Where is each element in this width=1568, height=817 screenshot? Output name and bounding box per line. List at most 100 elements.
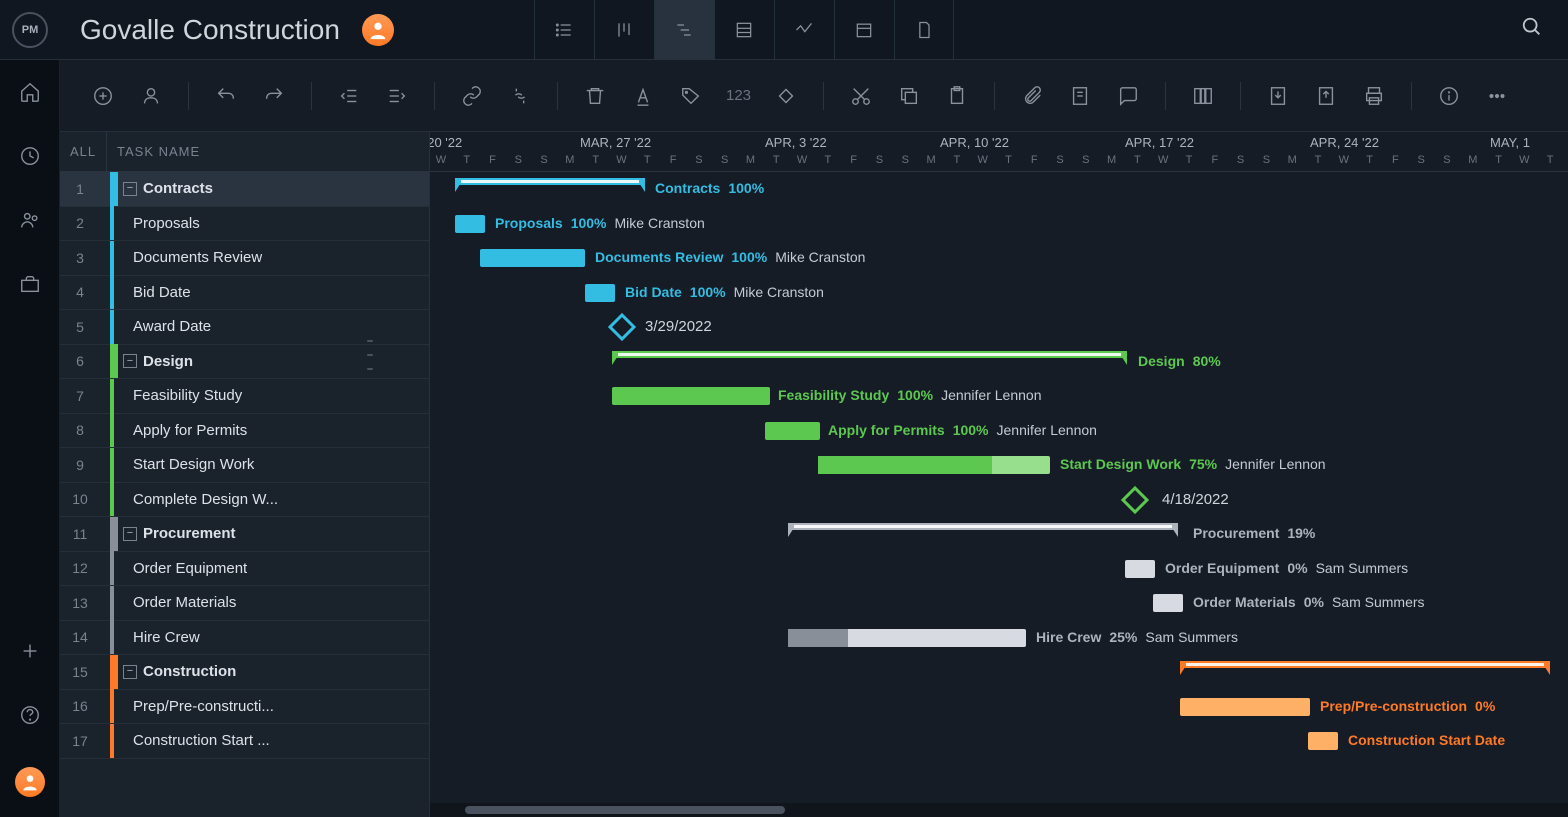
search-button[interactable]	[1521, 16, 1543, 43]
summary-bar[interactable]	[612, 351, 1127, 367]
outdent-button[interactable]	[336, 83, 362, 109]
gantt-body[interactable]: Contracts100%Proposals100%Mike CranstonD…	[430, 172, 1568, 802]
file-view-tab[interactable]	[894, 0, 954, 60]
milestone-diamond[interactable]	[608, 313, 636, 341]
paste-button[interactable]	[944, 83, 970, 109]
collapse-icon[interactable]: −	[123, 182, 137, 196]
notes-button[interactable]	[1067, 83, 1093, 109]
task-row[interactable]: 15 − Construction	[60, 655, 429, 690]
task-name-cell: Order Equipment	[133, 560, 247, 577]
unlink-button[interactable]	[507, 83, 533, 109]
portfolio-icon[interactable]	[18, 272, 42, 296]
task-name-cell: Order Materials	[133, 594, 236, 611]
comment-button[interactable]	[1115, 83, 1141, 109]
undo-button[interactable]	[213, 83, 239, 109]
summary-bar[interactable]	[455, 178, 645, 194]
gantt-row: Order Equipment0%Sam Summers	[430, 552, 1568, 587]
dashboard-view-tab[interactable]	[774, 0, 834, 60]
task-row[interactable]: 16 Prep/Pre-constructi...	[60, 690, 429, 725]
scrollbar-thumb[interactable]	[465, 806, 785, 814]
milestone-diamond[interactable]	[1121, 485, 1149, 513]
task-row[interactable]: 14 Hire Crew	[60, 621, 429, 656]
task-name-cell: Design	[143, 353, 193, 370]
gantt-bar[interactable]	[765, 422, 820, 440]
task-row[interactable]: 11 − Procurement	[60, 517, 429, 552]
assign-button[interactable]	[138, 83, 164, 109]
milestone-date: 4/18/2022	[1162, 491, 1229, 508]
task-row[interactable]: 13 Order Materials	[60, 586, 429, 621]
gantt-bar[interactable]	[1153, 594, 1183, 612]
task-row[interactable]: 7 Feasibility Study	[60, 379, 429, 414]
board-view-tab[interactable]	[594, 0, 654, 60]
gantt-bar[interactable]	[455, 215, 485, 233]
redo-button[interactable]	[261, 83, 287, 109]
task-row[interactable]: 1 − Contracts	[60, 172, 429, 207]
gantt-bar[interactable]	[1125, 560, 1155, 578]
gantt-bar[interactable]	[1180, 698, 1310, 716]
user-avatar[interactable]	[15, 767, 45, 797]
tag-button[interactable]	[678, 83, 704, 109]
collapse-icon[interactable]: −	[123, 527, 137, 541]
summary-bar[interactable]	[788, 523, 1178, 539]
task-row[interactable]: 8 Apply for Permits	[60, 414, 429, 449]
sheet-view-tab[interactable]	[714, 0, 774, 60]
task-row[interactable]: 4 Bid Date	[60, 276, 429, 311]
team-icon[interactable]	[18, 208, 42, 232]
task-color-bar	[110, 655, 118, 689]
task-row[interactable]: 10 Complete Design W...	[60, 483, 429, 518]
gantt-pane[interactable]: , 20 '22MAR, 27 '22APR, 3 '22APR, 10 '22…	[430, 132, 1568, 817]
cut-button[interactable]	[848, 83, 874, 109]
gantt-bar[interactable]	[585, 284, 615, 302]
export-button[interactable]	[1313, 83, 1339, 109]
task-name-cell: Proposals	[133, 215, 200, 232]
task-number: 15	[60, 664, 100, 680]
attachment-button[interactable]	[1019, 83, 1045, 109]
columns-button[interactable]	[1190, 83, 1216, 109]
gantt-row: Construction Start Date	[430, 724, 1568, 759]
task-row[interactable]: 12 Order Equipment	[60, 552, 429, 587]
pane-resize-handle[interactable]	[367, 340, 373, 370]
task-row[interactable]: 17 Construction Start ...	[60, 724, 429, 759]
add-icon[interactable]	[18, 639, 42, 663]
column-all[interactable]: ALL	[70, 144, 106, 159]
copy-button[interactable]	[896, 83, 922, 109]
task-row[interactable]: 3 Documents Review	[60, 241, 429, 276]
link-button[interactable]	[459, 83, 485, 109]
gantt-view-tab[interactable]	[654, 0, 714, 60]
horizontal-scrollbar[interactable]	[430, 803, 1568, 817]
task-row[interactable]: 6 − Design	[60, 345, 429, 380]
collapse-icon[interactable]: −	[123, 354, 137, 368]
collapse-icon[interactable]: −	[123, 665, 137, 679]
number-button[interactable]: 123	[726, 83, 751, 109]
gantt-bar[interactable]	[788, 629, 1026, 647]
milestone-button[interactable]	[773, 83, 799, 109]
recent-icon[interactable]	[18, 144, 42, 168]
column-task-name[interactable]: TASK NAME	[117, 144, 200, 159]
indent-button[interactable]	[384, 83, 410, 109]
view-tabs	[534, 0, 954, 60]
print-button[interactable]	[1361, 83, 1387, 109]
task-color-bar	[110, 724, 114, 758]
gantt-bar[interactable]	[612, 387, 770, 405]
gantt-bar[interactable]	[818, 456, 1050, 474]
help-icon[interactable]	[18, 703, 42, 727]
summary-bar[interactable]	[1180, 661, 1550, 677]
task-number: 17	[60, 733, 100, 749]
list-view-tab[interactable]	[534, 0, 594, 60]
calendar-view-tab[interactable]	[834, 0, 894, 60]
format-button[interactable]	[630, 83, 656, 109]
import-button[interactable]	[1265, 83, 1291, 109]
home-icon[interactable]	[18, 80, 42, 104]
task-row[interactable]: 9 Start Design Work	[60, 448, 429, 483]
gantt-bar[interactable]	[1308, 732, 1338, 750]
more-button[interactable]	[1484, 83, 1510, 109]
delete-button[interactable]	[582, 83, 608, 109]
task-row[interactable]: 5 Award Date	[60, 310, 429, 345]
info-button[interactable]	[1436, 83, 1462, 109]
task-row[interactable]: 2 Proposals	[60, 207, 429, 242]
add-task-button[interactable]	[90, 83, 116, 109]
gantt-bar[interactable]	[480, 249, 585, 267]
gantt-row: Bid Date100%Mike Cranston	[430, 276, 1568, 311]
logo[interactable]: PM	[0, 0, 60, 60]
avatar[interactable]	[362, 14, 394, 46]
